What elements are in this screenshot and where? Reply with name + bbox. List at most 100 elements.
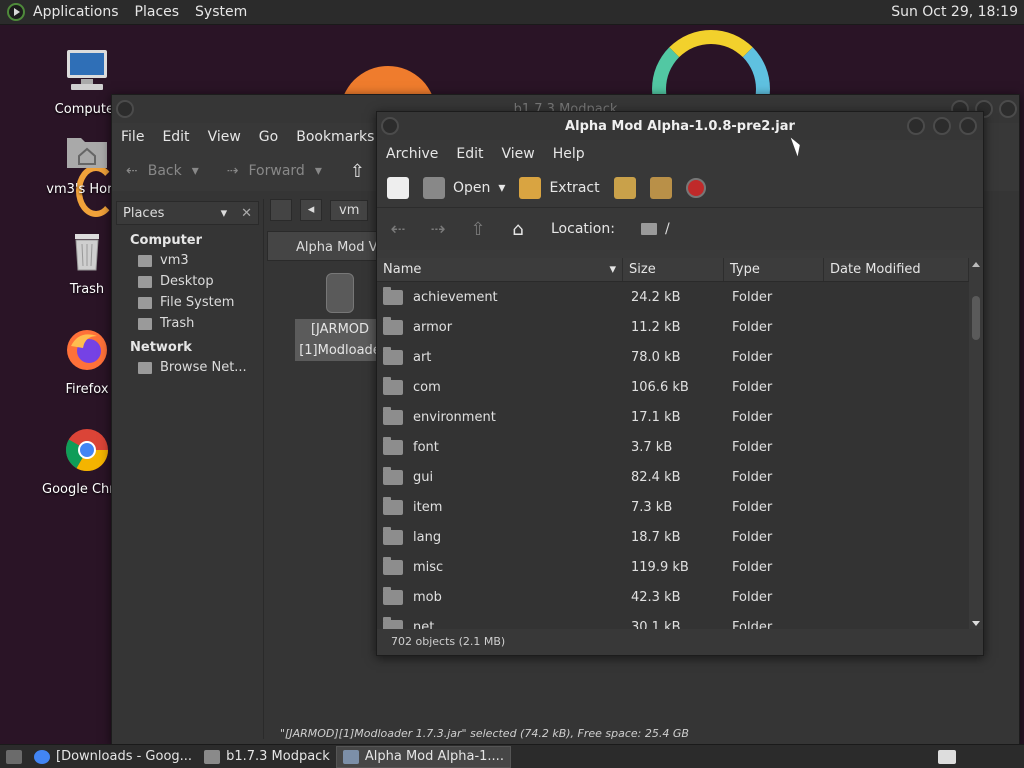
sidebar-item-desktop[interactable]: Desktop — [112, 271, 263, 292]
taskbar-item-file-manager[interactable]: b1.7.3 Modpack — [198, 746, 336, 768]
sidebar-item-vm3[interactable]: vm3 — [112, 250, 263, 271]
drive-icon — [138, 296, 152, 309]
bg-menu-file[interactable]: File — [112, 129, 153, 145]
close-button[interactable] — [999, 100, 1017, 118]
location-bar: ⇠ ⇢ ⇧ ⌂ Location: / — [377, 208, 983, 250]
table-row[interactable]: achievement 24.2 kB Folder — [377, 282, 969, 312]
cell-name: misc — [377, 556, 623, 575]
archive-status: 702 objects (2.1 MB) — [377, 629, 983, 655]
extract-button[interactable]: Extract — [519, 176, 600, 199]
cell-type: Folder — [732, 379, 773, 395]
back-button[interactable]: ⇠ Back ▾ — [112, 163, 213, 179]
column-date-modified[interactable]: Date Modified — [824, 258, 969, 281]
table-row[interactable]: art 78.0 kB Folder — [377, 342, 969, 372]
menu-archive[interactable]: Archive — [377, 146, 447, 162]
firefox-icon — [67, 330, 107, 370]
menu-applications[interactable]: Applications — [25, 0, 127, 25]
folder-icon — [383, 346, 403, 365]
menu-places[interactable]: Places — [127, 0, 188, 25]
bg-menu-edit[interactable]: Edit — [153, 129, 198, 145]
bg-menu-go[interactable]: Go — [250, 129, 287, 145]
sidebar-item-filesystem[interactable]: File System — [112, 292, 263, 313]
window-menu-button[interactable] — [116, 100, 134, 118]
table-row[interactable]: gui 82.4 kB Folder — [377, 462, 969, 492]
cell-type: Folder — [732, 469, 773, 485]
edit-location-icon[interactable] — [270, 199, 292, 221]
panel-clock[interactable]: Sun Oct 29, 18:19 — [891, 4, 1024, 20]
chevron-left-icon[interactable]: ◂ — [300, 199, 322, 221]
minimize-button[interactable] — [907, 117, 925, 135]
cell-size: 106.6 kB — [631, 379, 689, 395]
new-archive-button[interactable] — [387, 176, 409, 199]
stop-button[interactable] — [685, 177, 706, 198]
menu-system[interactable]: System — [187, 0, 255, 25]
add-folder-icon — [649, 176, 672, 199]
forward-button[interactable]: ⇢ Forward ▾ — [213, 163, 336, 179]
table-row[interactable]: net 30.1 kB Folder — [377, 612, 969, 630]
close-button[interactable] — [959, 117, 977, 135]
taskbar-item-chrome[interactable]: [Downloads - Goog... — [28, 746, 198, 768]
chevron-down-icon: ▾ — [220, 205, 228, 221]
location-path[interactable]: / — [665, 221, 670, 237]
path-crumb[interactable]: vm — [330, 199, 369, 221]
cell-name: mob — [377, 586, 623, 605]
home-icon[interactable]: ⌂ — [507, 218, 529, 240]
network-icon — [138, 361, 152, 374]
up-arrow-icon[interactable]: ⇧ — [467, 218, 489, 240]
workspace-switcher[interactable] — [932, 746, 962, 768]
column-type[interactable]: Type — [724, 258, 824, 281]
bg-menu-bookmarks[interactable]: Bookmarks — [287, 129, 383, 145]
scroll-thumb[interactable] — [972, 296, 980, 340]
computer-icon — [67, 50, 107, 90]
scroll-up-arrow-icon[interactable] — [972, 262, 980, 267]
fr-titlebar[interactable]: Alpha Mod Alpha-1.0.8-pre2.jar — [377, 112, 983, 140]
sidebar-item-trash[interactable]: Trash — [112, 313, 263, 334]
cell-size: 17.1 kB — [631, 409, 681, 425]
open-button[interactable]: Open ▾ — [423, 176, 505, 199]
up-button[interactable]: ⇧ — [336, 161, 379, 182]
table-row[interactable]: mob 42.3 kB Folder — [377, 582, 969, 612]
sort-down-icon: ▾ — [609, 262, 616, 277]
table-row[interactable]: environment 17.1 kB Folder — [377, 402, 969, 432]
sidebar-item-network[interactable]: Browse Net... — [112, 357, 263, 378]
cell-type: Folder — [732, 589, 773, 605]
table-row[interactable]: armor 11.2 kB Folder — [377, 312, 969, 342]
cell-size: 7.3 kB — [631, 499, 673, 515]
cell-type: Folder — [732, 409, 773, 425]
maximize-button[interactable] — [933, 117, 951, 135]
top-panel: Applications Places System Sun Oct 29, 1… — [0, 0, 1024, 25]
show-desktop-button[interactable] — [0, 746, 28, 768]
column-name[interactable]: Name ▾ — [377, 258, 623, 281]
add-folder-button[interactable] — [649, 176, 672, 199]
back-arrow-icon[interactable]: ⇠ — [387, 218, 409, 240]
location-label: Location: — [551, 221, 615, 237]
column-size[interactable]: Size — [623, 258, 724, 281]
table-row[interactable]: lang 18.7 kB Folder — [377, 522, 969, 552]
taskbar-item-archive-manager[interactable]: Alpha Mod Alpha-1.... — [335, 745, 511, 768]
vertical-scrollbar[interactable] — [969, 258, 983, 630]
folder-icon — [383, 406, 403, 425]
forward-arrow-icon[interactable]: ⇢ — [427, 218, 449, 240]
add-files-button[interactable] — [613, 176, 636, 199]
chevron-down-icon[interactable]: ▾ — [498, 180, 505, 196]
close-icon[interactable]: ✕ — [241, 206, 252, 221]
table-row[interactable]: font 3.7 kB Folder — [377, 432, 969, 462]
menu-help[interactable]: Help — [544, 146, 594, 162]
places-selector[interactable]: Places ▾ ✕ — [116, 201, 259, 225]
archive-manager-window[interactable]: Alpha Mod Alpha-1.0.8-pre2.jar Archive E… — [376, 111, 984, 656]
menu-edit[interactable]: Edit — [447, 146, 492, 162]
archive-file-list[interactable]: Name ▾ Size Type Date Modified achieveme… — [377, 258, 969, 630]
window-menu-button[interactable] — [381, 117, 399, 135]
cell-type: Folder — [732, 289, 773, 305]
bg-menu-view[interactable]: View — [199, 129, 250, 145]
table-row[interactable]: com 106.6 kB Folder — [377, 372, 969, 402]
menu-view[interactable]: View — [493, 146, 544, 162]
tab-alpha-mod[interactable]: Alpha Mod Ve — [267, 231, 387, 261]
selected-file-item[interactable]: [JARMOD [1]Modloade — [295, 273, 385, 361]
sidebar-section-network: Network — [130, 340, 192, 355]
scroll-down-arrow-icon[interactable] — [972, 621, 980, 626]
folder-icon — [383, 466, 403, 485]
distro-logo-icon[interactable] — [7, 3, 25, 21]
table-row[interactable]: item 7.3 kB Folder — [377, 492, 969, 522]
table-row[interactable]: misc 119.9 kB Folder — [377, 552, 969, 582]
